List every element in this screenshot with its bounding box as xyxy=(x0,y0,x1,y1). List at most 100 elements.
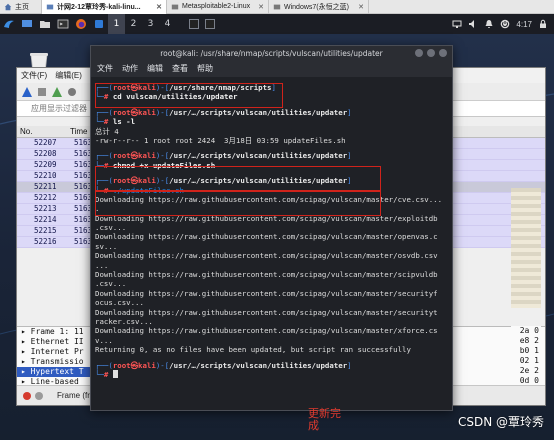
expand-arrow-icon[interactable]: ▸ xyxy=(21,327,31,336)
folder-icon xyxy=(40,21,50,28)
packet-no: 52215 xyxy=(34,226,57,235)
expand-arrow-icon[interactable]: ▸ xyxy=(21,357,31,366)
workspace-4[interactable]: 4 xyxy=(159,14,176,34)
capture-status-icon xyxy=(23,391,31,400)
prompt-frame: )-[ xyxy=(155,151,170,161)
packet-no: 52213 xyxy=(34,204,57,213)
terminal-titlebar[interactable]: root@kali: /usr/share/nmap/scripts/vulsc… xyxy=(91,46,452,60)
packet-no: 52209 xyxy=(34,160,57,169)
prompt-line: ┌──(root㉿kali)-[/usr/…/scripts/vulscan/u… xyxy=(95,151,452,160)
menu-view[interactable]: 查看 xyxy=(172,63,188,74)
window-icon xyxy=(205,19,215,29)
expand-arrow-icon[interactable]: ▸ xyxy=(21,367,31,376)
menu-file[interactable]: 文件(F) xyxy=(17,70,51,81)
packet-no: 52214 xyxy=(34,215,57,224)
output-line: Downloading https://raw.githubuserconten… xyxy=(95,307,438,317)
command-text: ls -l xyxy=(112,117,136,127)
output-line: Downloading https://raw.githubuserconten… xyxy=(95,270,438,280)
status-text: Frame (fr xyxy=(57,391,90,400)
taskbar-window-1[interactable] xyxy=(186,14,202,34)
packet-no: 52210 xyxy=(34,171,57,180)
minimize-icon[interactable] xyxy=(415,49,423,57)
prompt-frame: )-[ xyxy=(155,107,170,117)
menu-action[interactable]: 动作 xyxy=(122,63,138,74)
menu-edit[interactable]: 编辑 xyxy=(147,63,163,74)
menu-help[interactable]: 帮助 xyxy=(197,63,213,74)
close-icon[interactable]: ✕ xyxy=(156,3,162,11)
expand-arrow-icon[interactable]: ▸ xyxy=(21,337,31,346)
vm-tab-windows7[interactable]: Windows7(永恒之蓝) ✕ xyxy=(269,0,369,14)
prompt-frame: ] xyxy=(347,360,352,370)
prompt-user: root㉿kali xyxy=(112,360,156,370)
show-desktop-button[interactable] xyxy=(18,14,36,34)
display-filter-input[interactable]: 应用显示过滤器 xyxy=(17,103,87,114)
terminal-launcher-button[interactable] xyxy=(54,14,72,34)
volume-icon[interactable] xyxy=(468,19,478,29)
taskbar-window-2[interactable] xyxy=(202,14,218,34)
stop-capture-icon[interactable] xyxy=(36,86,48,98)
home-icon xyxy=(4,3,12,10)
vm-tab-label: Metasploitable2-Linux xyxy=(182,3,251,10)
terminal-cursor xyxy=(112,369,118,378)
terminal-output[interactable]: ┌──(root㉿kali)-[/usr/share/nmap/scripts]… xyxy=(91,77,452,410)
output-line: Downloading https://raw.githubuserconten… xyxy=(95,232,438,242)
kali-top-panel: 1 2 3 4 4:17 xyxy=(0,14,554,34)
column-time[interactable]: Time xyxy=(67,127,87,136)
detail-label: Frame 1: 11 xyxy=(30,327,84,336)
vm-icon xyxy=(273,4,281,9)
clock[interactable]: 4:17 xyxy=(516,20,532,29)
packet-list-scroll-strip xyxy=(511,188,541,308)
detail-label: Ethernet II xyxy=(30,337,84,346)
output-line: Downloading https://raw.githubuserconten… xyxy=(95,288,438,298)
restart-capture-icon[interactable] xyxy=(51,86,63,98)
window-icon xyxy=(189,19,199,29)
vm-icon xyxy=(46,4,54,9)
vm-tab-metasploitable[interactable]: Metasploitable2-Linux ✕ xyxy=(167,0,269,14)
detail-label: Transmissio xyxy=(30,357,84,366)
vm-tab-strip: 主页 计网2-12覃玲秀-kali-linu... ✕ Metasploitab… xyxy=(0,0,554,14)
packet-no: 52211 xyxy=(34,182,57,191)
packet-no: 52212 xyxy=(34,193,57,202)
column-no[interactable]: No. xyxy=(17,127,67,136)
packet-bytes: 2a 0 e8 2 b0 1 02 1 2e 2 0d 0 xyxy=(511,326,541,386)
output-line: 总计 4 xyxy=(95,126,119,136)
command-line: └─# xyxy=(95,369,452,379)
app-launcher-button[interactable] xyxy=(90,14,108,34)
maximize-icon[interactable] xyxy=(427,49,435,57)
close-icon[interactable] xyxy=(439,49,447,57)
workspace-2[interactable]: 2 xyxy=(125,14,142,34)
lock-icon[interactable] xyxy=(538,19,548,29)
terminal-window[interactable]: root@kali: /usr/share/nmap/scripts/vulsc… xyxy=(90,45,453,411)
output-line: ... xyxy=(95,260,109,270)
packet-no: 52207 xyxy=(34,138,57,147)
expand-arrow-icon[interactable]: ▸ xyxy=(21,347,31,356)
workspace-3[interactable]: 3 xyxy=(142,14,159,34)
kali-menu-button[interactable] xyxy=(0,14,18,34)
expert-info-icon[interactable] xyxy=(35,391,43,400)
vm-tab-kali[interactable]: 计网2-12覃玲秀-kali-linu... ✕ xyxy=(42,0,167,14)
close-icon[interactable]: ✕ xyxy=(258,3,264,11)
menu-edit[interactable]: 编辑(E) xyxy=(51,70,86,81)
file-manager-button[interactable] xyxy=(36,14,54,34)
packet-no: 52208 xyxy=(34,149,57,158)
hex-byte-line: b0 1 xyxy=(519,346,539,355)
app-icon xyxy=(95,20,103,28)
workspace-1[interactable]: 1 xyxy=(108,14,125,34)
vm-icon xyxy=(171,4,179,9)
output-line: .csv... xyxy=(95,223,127,233)
output-line: ocus.csv... xyxy=(95,298,144,308)
options-icon[interactable] xyxy=(66,86,78,98)
close-icon[interactable]: ✕ xyxy=(358,3,364,11)
window-controls xyxy=(415,49,447,57)
detail-label: Hypertext T xyxy=(30,367,84,376)
prompt-line: ┌──(root㉿kali)-[/usr/…/scripts/vulscan/u… xyxy=(95,108,452,117)
vm-tab-home[interactable]: 主页 xyxy=(0,0,42,14)
prompt-frame: ┌──( xyxy=(95,151,113,161)
firefox-button[interactable] xyxy=(72,14,90,34)
vm-tab-label: 主页 xyxy=(15,3,29,11)
power-icon[interactable] xyxy=(500,19,510,29)
menu-file[interactable]: 文件 xyxy=(97,63,113,74)
notification-icon[interactable] xyxy=(484,19,494,29)
network-icon[interactable] xyxy=(452,19,462,29)
shark-fin-icon[interactable] xyxy=(21,86,33,98)
